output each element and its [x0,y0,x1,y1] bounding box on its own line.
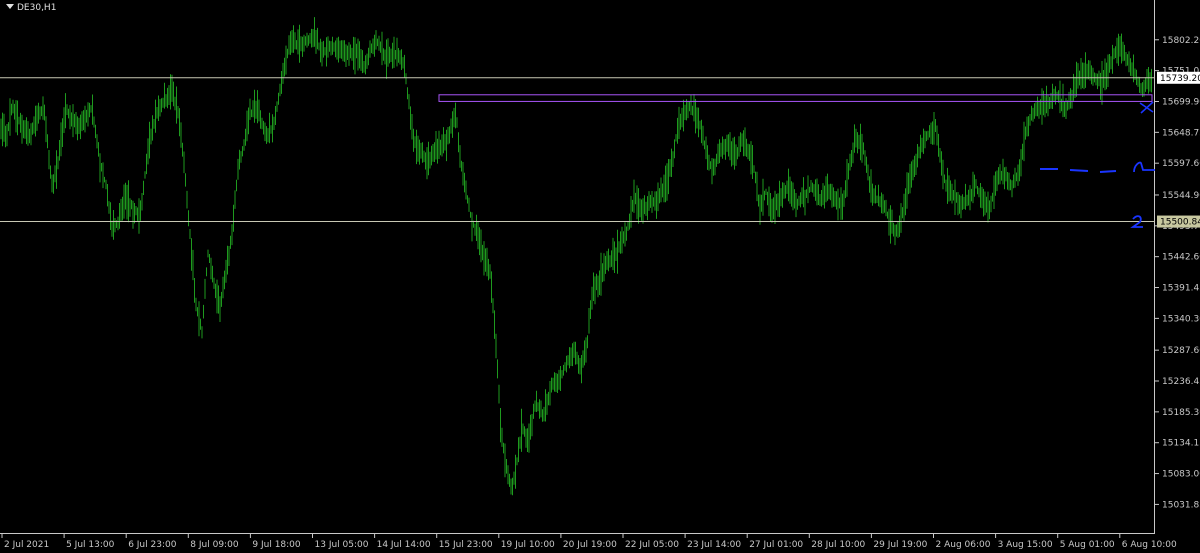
y-tick-label: 15544.90 [1162,191,1200,201]
x-tick-label: 19 Jul 10:00 [501,540,555,550]
y-tick-label: 15031.85 [1162,500,1200,510]
x-tick-label: 2 Aug 06:00 [936,540,991,550]
y-tick-label: 15648.75 [1162,128,1200,138]
y-tick-label: 15185.30 [1162,408,1200,418]
y-tick-label: 15597.60 [1162,159,1200,169]
x-tick-label: 6 Aug 10:00 [1122,540,1177,550]
y-tick-label: 15236.45 [1162,377,1200,387]
price-axis: 15802.2015751.0515699.9015648.7515597.60… [1155,36,1200,510]
bars-group [0,17,1152,496]
level-price-label: 15500.84 [1160,218,1200,228]
dashed-line-drawing [1040,168,1117,173]
current-price-label: 15739.20 [1160,74,1200,84]
x-tick-label: 23 Jul 14:00 [687,540,741,550]
x-tick-label: 15 Jul 23:00 [439,540,493,550]
number-1-drawing [1133,161,1155,173]
time-axis: 2 Jul 2021 5 Jul 13:00 6 Jul 23:00 8 Jul 09… [1,534,1177,550]
y-tick-label: 15134.15 [1162,439,1200,449]
x-tick-label: 13 Jul 05:00 [315,540,369,550]
x-tick-label: 2 Jul 2021 [4,540,49,550]
x-tick-label: 28 Jul 10:00 [811,540,865,550]
x-tick-label: 6 Jul 23:00 [128,540,177,550]
x-tick-label: 27 Jul 01:00 [749,540,803,550]
x-tick-label: 3 Aug 15:00 [998,540,1053,550]
x-tick-label: 5 Jul 13:00 [66,540,115,550]
x-tick-label: 22 Jul 05:00 [625,540,679,550]
y-tick-label: 15699.90 [1162,97,1200,107]
y-tick-label: 15083.00 [1162,470,1200,480]
x-tick-label: 8 Jul 09:00 [190,540,239,550]
price-chart[interactable]: 15802.2015751.0515699.9015648.7515597.60… [0,0,1200,553]
y-tick-label: 15287.60 [1162,346,1200,356]
x-tick-label: 20 Jul 19:00 [563,540,617,550]
x-tick-label: 14 Jul 14:00 [377,540,431,550]
x-tick-label: 29 Jul 19:00 [873,540,927,550]
x-tick-label: 5 Aug 01:00 [1060,540,1115,550]
x-mark-drawing [1139,101,1154,114]
chart-window[interactable]: DE30,H1 15802.2015751.0515699.9015648.75… [0,0,1200,553]
y-tick-label: 15802.20 [1162,36,1200,46]
y-tick-label: 15391.45 [1162,284,1200,294]
y-tick-label: 15442.60 [1162,253,1200,263]
y-tick-label: 15340.30 [1162,314,1200,324]
x-tick-label: 9 Jul 18:00 [252,540,301,550]
